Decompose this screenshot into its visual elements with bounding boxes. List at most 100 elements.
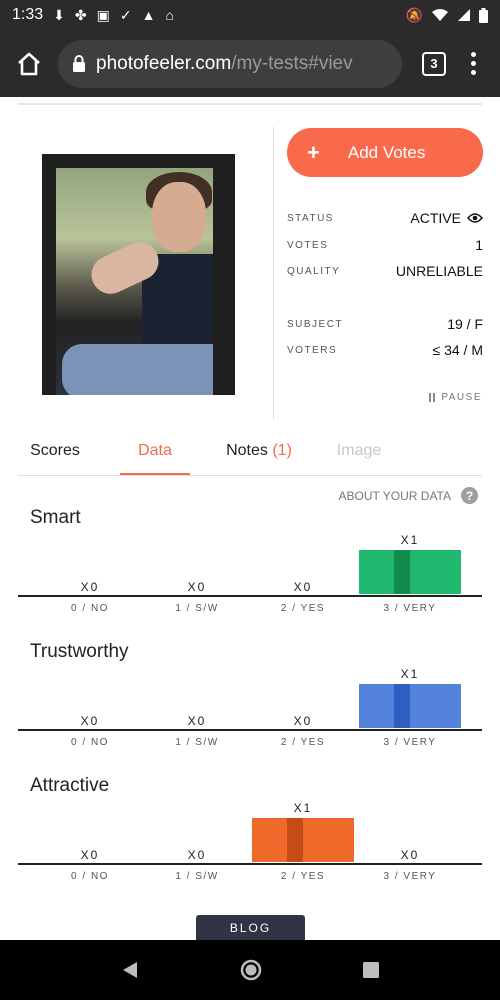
chart-count-label: X0 <box>293 580 313 594</box>
chart-tick-label: 0 / NO <box>71 737 109 748</box>
chart-tick-label: 1 / S/W <box>175 603 219 614</box>
system-nav-bar <box>0 940 500 1000</box>
status-row: STATUS ACTIVE <box>287 210 483 226</box>
voters-value: ≤ 34 / M <box>432 342 483 358</box>
add-votes-label: Add Votes <box>347 142 426 162</box>
page-content: + Add Votes STATUS ACTIVE VOTES 1 QUALIT… <box>0 97 500 940</box>
chart-count-label: X1 <box>400 667 420 681</box>
chart-tick-label: 3 / VERY <box>383 603 437 614</box>
clock: 1:33 <box>12 6 44 23</box>
lock-icon <box>73 54 85 72</box>
home-icon[interactable] <box>240 959 262 981</box>
help-icon: ? <box>461 487 478 504</box>
tab-notes-label: Notes <box>226 442 268 459</box>
vpn-icon: ⌂ <box>165 7 174 23</box>
voters-label: VOTERS <box>287 344 338 356</box>
pause-label: PAUSE <box>441 392 482 403</box>
status-bar: 1:33 ⬇ ✤ ▣ ✓ ▲ ⌂ 🔕 <box>0 0 500 30</box>
signal-icon <box>458 9 470 21</box>
home-icon <box>18 52 40 75</box>
chart-count-label: X0 <box>187 848 207 862</box>
chart-count-label: X0 <box>400 848 420 862</box>
chart-count-label: X0 <box>293 714 313 728</box>
quality-row: QUALITY UNRELIABLE <box>287 263 483 279</box>
voters-row: VOTERS ≤ 34 / M <box>287 342 483 358</box>
status-value: ACTIVE <box>410 210 461 226</box>
add-votes-button[interactable]: + Add Votes <box>287 128 483 177</box>
url-path: /my-tests#viev <box>231 52 353 74</box>
status-label: STATUS <box>287 212 334 224</box>
chart-axis <box>18 595 482 597</box>
eye-icon[interactable] <box>467 213 483 223</box>
back-icon[interactable] <box>120 960 140 980</box>
tab-switcher-button[interactable]: 3 <box>422 51 446 76</box>
divider <box>18 103 482 105</box>
chart-title: Smart <box>30 507 81 528</box>
tab-notes[interactable]: Notes (1) <box>214 442 304 475</box>
chart-attractive: Attractive X0 0 / NO X0 1 / S/W X1 2 / YES X0 3 … <box>0 775 500 900</box>
mute-icon: 🔕 <box>405 6 423 23</box>
pause-icon <box>429 393 436 402</box>
plus-icon: + <box>307 139 320 165</box>
chart-count-label: X0 <box>187 580 207 594</box>
url-host: photofeeler.com <box>96 52 232 74</box>
wifi-icon <box>432 9 448 21</box>
chart-tick-label: 1 / S/W <box>175 871 219 882</box>
chart-bar <box>252 818 354 862</box>
pause-button[interactable]: PAUSE <box>429 392 482 403</box>
check-icon: ✓ <box>119 6 132 23</box>
notes-count: (1) <box>272 442 292 459</box>
chart-bar <box>359 550 461 594</box>
chart-count-label: X0 <box>80 714 100 728</box>
chart-trustworthy: Trustworthy X0 0 / NO X0 1 / S/W X0 2 / YES X1 3… <box>0 641 500 766</box>
divider <box>273 127 274 419</box>
chart-title: Attractive <box>30 775 110 796</box>
browser-home-button[interactable] <box>12 47 46 81</box>
warning-icon: ▲ <box>141 7 156 23</box>
browser-toolbar: photofeeler.com/my-tests#viev 3 <box>0 30 500 97</box>
chart-tick-label: 1 / S/W <box>175 737 219 748</box>
chart-title: Trustworthy <box>30 641 129 662</box>
about-your-data-link[interactable]: ABOUT YOUR DATA ? <box>339 487 478 504</box>
chart-tick-label: 2 / YES <box>280 871 326 882</box>
votes-row: VOTES 1 <box>287 237 483 253</box>
chart-tick-label: 2 / YES <box>280 737 326 748</box>
chart-axis <box>18 729 482 731</box>
votes-value: 1 <box>475 237 483 253</box>
chart-bar <box>359 684 461 728</box>
test-photo[interactable] <box>42 154 235 395</box>
battery-icon <box>479 7 488 23</box>
tab-data[interactable]: Data <box>120 442 190 475</box>
subject-row: SUBJECT 19 / F <box>287 316 483 332</box>
tab-image[interactable]: Image <box>324 442 394 475</box>
subject-label: SUBJECT <box>287 318 344 330</box>
image-icon: ▣ <box>96 6 110 23</box>
download-icon: ⬇ <box>53 6 65 23</box>
chart-tick-label: 0 / NO <box>71 603 109 614</box>
quality-value: UNRELIABLE <box>395 263 483 279</box>
chart-count-label: X0 <box>80 580 100 594</box>
chart-count-label: X0 <box>80 848 100 862</box>
chart-smart: Smart X0 0 / NO X0 1 / S/W X0 2 / YES X1 3 / VER… <box>0 507 500 632</box>
chart-bar-stripe <box>394 550 410 594</box>
chart-tick-label: 3 / VERY <box>383 737 437 748</box>
about-your-data-label: ABOUT YOUR DATA <box>338 488 451 503</box>
url-bar[interactable]: photofeeler.com/my-tests#viev <box>58 39 402 88</box>
chart-bar-stripe <box>287 818 303 862</box>
chart-tick-label: 3 / VERY <box>383 871 437 882</box>
leaf-icon: ✤ <box>74 6 87 23</box>
recents-icon[interactable] <box>362 961 380 979</box>
chart-count-label: X1 <box>400 533 420 547</box>
blog-button[interactable]: BLOG <box>196 915 305 940</box>
chart-count-label: X0 <box>187 714 207 728</box>
tab-bar: Scores Data Notes (1) Image <box>18 442 482 476</box>
tab-scores[interactable]: Scores <box>18 442 92 475</box>
quality-label: QUALITY <box>287 265 341 277</box>
chart-tick-label: 2 / YES <box>280 603 326 614</box>
subject-value: 19 / F <box>447 316 483 332</box>
chart-tick-label: 0 / NO <box>71 871 109 882</box>
browser-menu-button[interactable] <box>458 52 488 75</box>
chart-axis <box>18 863 482 865</box>
chart-bar-stripe <box>394 684 410 728</box>
votes-label: VOTES <box>287 239 329 251</box>
